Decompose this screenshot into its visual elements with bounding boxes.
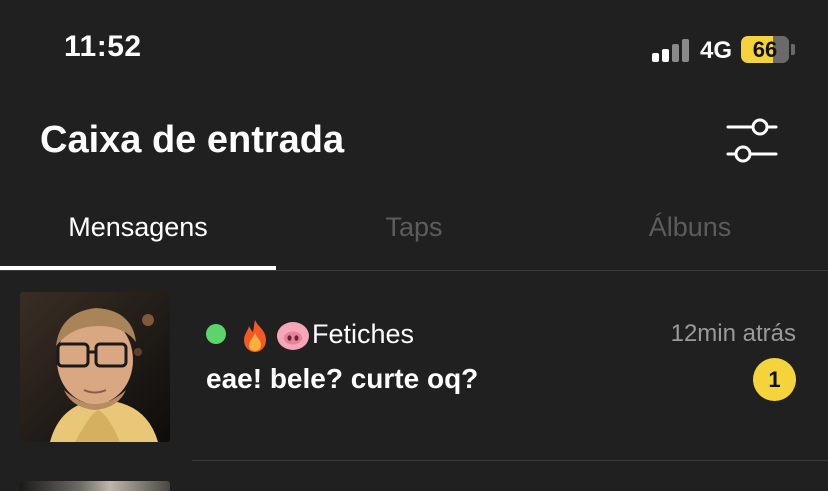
conversation-last-message: eae! bele? curte oq? — [206, 363, 479, 394]
online-status-dot — [206, 324, 226, 344]
page-title: Caixa de entrada — [40, 119, 345, 161]
status-time: 11:52 — [64, 30, 142, 63]
status-bar: 11:52 4G 66 — [0, 0, 828, 100]
tab-messages[interactable]: Mensagens — [0, 212, 276, 252]
tab-taps[interactable]: Taps — [276, 212, 552, 252]
sliders-icon — [726, 118, 778, 163]
battery-tip — [791, 44, 795, 55]
row-divider — [192, 460, 828, 461]
avatar[interactable] — [20, 292, 170, 442]
conversation-time: 12min atrás — [670, 320, 796, 347]
fire-icon — [244, 320, 266, 352]
signal-strength-icon — [652, 38, 692, 62]
network-type: 4G — [700, 37, 733, 64]
conversation-row[interactable]: Fetiches 12min atrás eae! bele? curte oq… — [0, 271, 828, 461]
tab-albums[interactable]: Álbuns — [552, 212, 828, 252]
unread-badge: 1 — [753, 358, 796, 401]
conversation-name: Fetiches — [312, 319, 415, 349]
battery-level: 66 — [752, 37, 778, 62]
pig-nose-icon — [277, 322, 309, 350]
avatar[interactable] — [20, 481, 170, 491]
battery-icon: 66 — [741, 36, 789, 63]
filter-button[interactable] — [724, 112, 780, 168]
